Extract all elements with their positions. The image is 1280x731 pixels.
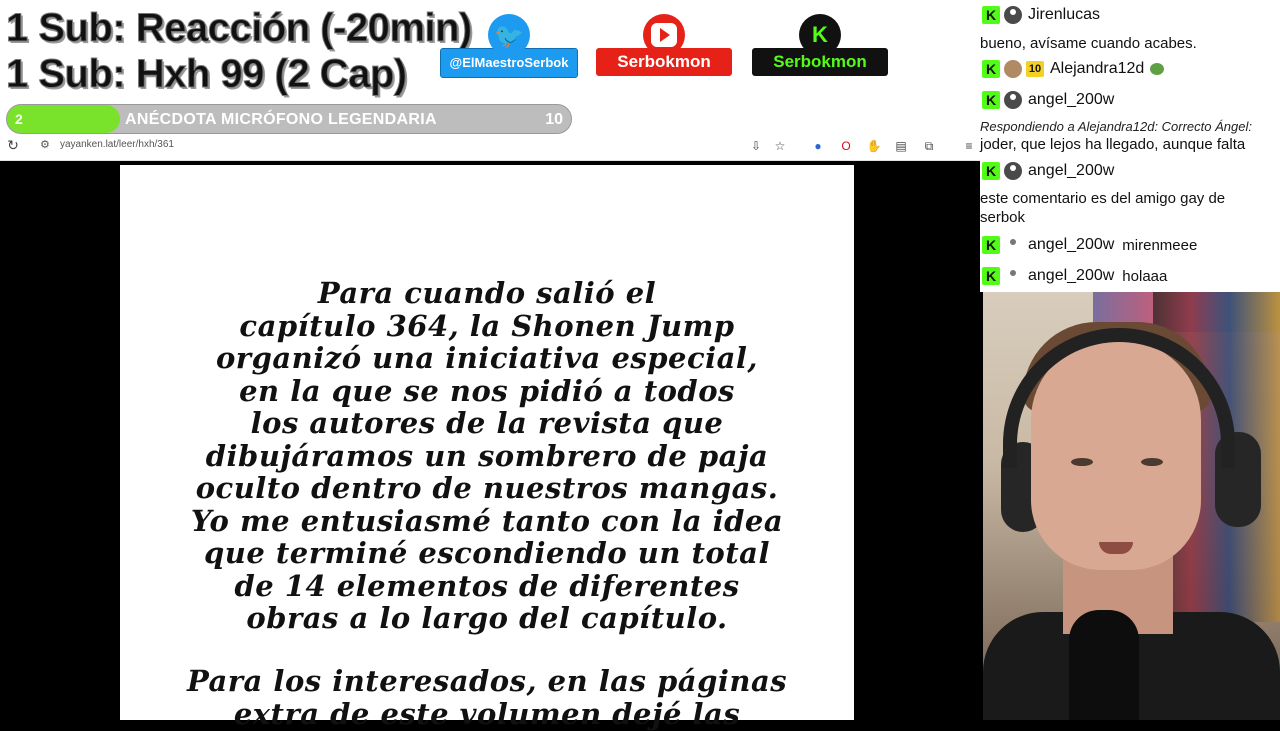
bookmark-star-icon[interactable]: ☆ bbox=[772, 138, 788, 154]
manga-line: capítulo 364, la Shonen Jump bbox=[239, 308, 735, 343]
kick-badge-icon: K bbox=[982, 91, 1000, 110]
manga-line: Para los interesados, en las páginas bbox=[186, 664, 788, 698]
streamer-eye-left bbox=[1071, 458, 1093, 466]
kick-badge-icon: K bbox=[982, 60, 1000, 79]
chat-reply-quote: Respondiendo a Alejandra12d: Correcto Án… bbox=[980, 119, 1252, 134]
webcam-feed bbox=[983, 292, 1280, 720]
twitter-bird-icon: 🐦 bbox=[488, 14, 530, 56]
chat-username[interactable]: Jirenlucas bbox=[1028, 6, 1100, 23]
manga-line: extra de este volumen dejé las bbox=[233, 696, 741, 731]
chat-message-header: K 10 Alejandra12d bbox=[980, 60, 1280, 79]
pepe-emote-icon bbox=[1150, 63, 1165, 76]
manga-line: oculto dentro de nuestros mangas. bbox=[195, 471, 779, 505]
chat-message-text: bueno, avísame cuando acabes. bbox=[980, 35, 1197, 52]
youtube-play-icon bbox=[643, 14, 685, 56]
manga-line: los autores de la revista que bbox=[250, 406, 724, 440]
avatar[interactable] bbox=[1004, 267, 1022, 286]
manga-line: de 14 elementos de diferentes bbox=[234, 568, 740, 603]
avatar[interactable] bbox=[1004, 91, 1022, 110]
kick-badge-icon: K bbox=[982, 267, 1000, 286]
kick-k-icon: K bbox=[799, 14, 841, 56]
chat-message-text: este comentario es del amigo gay de bbox=[980, 190, 1226, 207]
avatar[interactable] bbox=[1004, 60, 1022, 79]
chat-message-header: Kangel_200w holaaa bbox=[980, 267, 1280, 286]
manga-line: obras a lo largo del capítulo. bbox=[246, 601, 728, 635]
manga-paragraph-2: Para los interesados, en las páginas ext… bbox=[120, 665, 854, 730]
chat-message-text: serbok bbox=[980, 209, 1026, 226]
reader-icon[interactable]: ▤ bbox=[893, 138, 909, 154]
media-icon[interactable]: ≡ bbox=[961, 138, 977, 154]
site-settings-icon[interactable]: ⚙ bbox=[40, 138, 50, 151]
avatar[interactable] bbox=[1004, 162, 1022, 181]
manga-paragraph-1: Para cuando salió el capítulo 364, la Sh… bbox=[120, 277, 854, 635]
goal-progress-fill bbox=[7, 105, 120, 133]
microphone bbox=[1069, 610, 1139, 720]
sub-goal-1: 1 Sub: Reacción (-20min) bbox=[6, 6, 473, 51]
goal-current-count: 2 bbox=[15, 111, 23, 127]
chat-message-text: mirenmeee bbox=[1122, 236, 1198, 254]
chat-message-header: Kangel_200w mirenmeee bbox=[980, 236, 1280, 255]
opera-icon[interactable]: O bbox=[838, 138, 854, 154]
goal-progress-bar: 2 ANÉCDOTA MICRÓFONO LEGENDARIA 10 bbox=[6, 104, 572, 134]
reload-icon[interactable]: ↻ bbox=[4, 136, 22, 154]
manga-line: Yo me entusiasmé tanto con la idea bbox=[190, 503, 784, 538]
chat-message-header: Kangel_200w bbox=[980, 91, 1280, 110]
kick-badge-icon: K bbox=[982, 162, 1000, 181]
avatar[interactable] bbox=[1004, 6, 1022, 25]
url-text[interactable]: yayanken.lat/leer/hxh/361 bbox=[60, 139, 174, 150]
goal-label: ANÉCDOTA MICRÓFONO LEGENDARIA bbox=[125, 111, 437, 128]
avatar[interactable] bbox=[1004, 236, 1022, 255]
chat-username[interactable]: angel_200w bbox=[1028, 91, 1114, 108]
kick-social-badge: K Serbokmon bbox=[752, 14, 888, 76]
chat-username[interactable]: angel_200w bbox=[1028, 162, 1114, 179]
twitter-social-badge: 🐦 @ElMaestroSerbok bbox=[440, 14, 578, 78]
manga-line: Para cuando salió el bbox=[317, 276, 657, 310]
page-viewport: Para cuando salió el capítulo 364, la Sh… bbox=[0, 161, 980, 730]
manga-line: en la que se nos pidió a todos bbox=[239, 373, 735, 408]
youtube-social-badge: Serbokmon bbox=[596, 14, 732, 76]
kick-badge-icon: K bbox=[982, 6, 1000, 25]
chat-message-header: Kangel_200w bbox=[980, 162, 1280, 181]
chat-panel: K Jirenlucas bueno, avísame cuando acabes… bbox=[980, 0, 1280, 292]
manga-page: Para cuando salió el capítulo 364, la Sh… bbox=[120, 165, 854, 730]
puzzle-icon[interactable]: ⧉ bbox=[921, 138, 937, 154]
hand-icon[interactable]: ✋ bbox=[866, 138, 882, 154]
streamer-eye-right bbox=[1141, 458, 1163, 466]
goal-target-count: 10 bbox=[545, 111, 563, 128]
chat-message-text: holaaa bbox=[1122, 267, 1168, 285]
manga-line: que terminé escondiendo un total bbox=[204, 536, 770, 570]
chat-message-text: joder, que lejos ha llegado, aunque falt… bbox=[980, 136, 1246, 153]
kick-badge-icon: K bbox=[982, 236, 1000, 255]
install-icon[interactable]: ⇩ bbox=[748, 138, 764, 154]
address-bar[interactable]: ⚙ yayanken.lat/leer/hxh/361 bbox=[30, 136, 800, 156]
extension-blue-icon[interactable]: ● bbox=[810, 138, 826, 154]
manga-line: organizó una iniciativa especial, bbox=[215, 341, 759, 375]
chat-username[interactable]: Alejandra12d bbox=[1050, 60, 1144, 77]
sub-goal-2: 1 Sub: Hxh 99 (2 Cap) bbox=[6, 52, 408, 97]
subscriber-level-badge: 10 bbox=[1026, 61, 1044, 78]
manga-line: dibujáramos un sombrero de paja bbox=[205, 438, 769, 473]
chat-message-header: K Jirenlucas bbox=[980, 6, 1280, 25]
chat-username[interactable]: angel_200w bbox=[1028, 236, 1114, 253]
chat-username[interactable]: angel_200w bbox=[1028, 267, 1114, 284]
browser-toolbar: ↻ ⚙ yayanken.lat/leer/hxh/361 ⇩ ☆ ● O ✋ … bbox=[0, 132, 980, 161]
